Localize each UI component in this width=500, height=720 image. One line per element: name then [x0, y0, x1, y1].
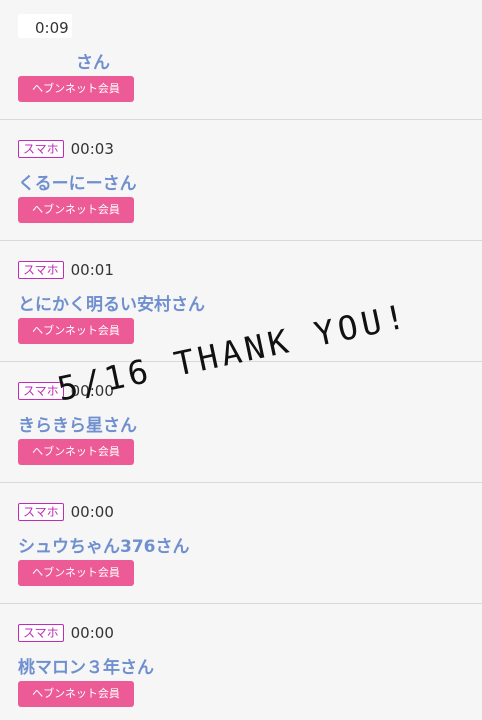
member-badge-button[interactable]: ヘブンネット会員: [18, 76, 134, 102]
visitor-list-screen: 0:09 さん ヘブンネット会員 スマホ 00:03 くるーにーさん ヘブンネッ…: [0, 0, 500, 720]
visit-info: スマホ 00:00: [18, 623, 114, 643]
visit-info: スマホ 00:03: [18, 139, 114, 159]
visit-time: 00:03: [70, 140, 114, 158]
visitor-name[interactable]: くるーにーさん: [18, 169, 137, 194]
visitor-name[interactable]: シュウちゃん376さん: [18, 532, 190, 557]
visit-info: スマホ 00:00: [18, 502, 114, 522]
visit-info: 0:09: [18, 18, 69, 38]
visit-time: 0:09: [35, 19, 69, 37]
member-badge-button[interactable]: ヘブンネット会員: [18, 439, 134, 465]
member-badge-button[interactable]: ヘブンネット会員: [18, 318, 134, 344]
decorative-side-strip: [482, 0, 500, 720]
member-badge-button[interactable]: ヘブンネット会員: [18, 197, 134, 223]
visit-time: 00:01: [70, 261, 114, 279]
list-item: スマホ 00:00 シュウちゃん376さん ヘブンネット会員: [0, 484, 482, 604]
visitor-name[interactable]: 桃マロン３年さん: [18, 653, 154, 678]
device-badge: スマホ: [18, 624, 64, 642]
device-badge: スマホ: [18, 140, 64, 158]
visitor-name[interactable]: さん: [76, 48, 110, 73]
visit-time: 00:00: [70, 624, 114, 642]
member-badge-button[interactable]: ヘブンネット会員: [18, 681, 134, 707]
visitor-name[interactable]: きらきら星さん: [18, 411, 137, 436]
visit-info: スマホ 00:01: [18, 260, 114, 280]
list-item: 0:09 さん ヘブンネット会員: [0, 0, 482, 120]
device-badge: スマホ: [18, 503, 64, 521]
visitor-name[interactable]: とにかく明るい安村さん: [18, 290, 205, 315]
list-item: スマホ 00:00 桃マロン３年さん ヘブンネット会員: [0, 605, 482, 720]
member-badge-button[interactable]: ヘブンネット会員: [18, 560, 134, 586]
list-item: スマホ 00:03 くるーにーさん ヘブンネット会員: [0, 121, 482, 241]
visit-time: 00:00: [70, 503, 114, 521]
device-badge: スマホ: [18, 261, 64, 279]
